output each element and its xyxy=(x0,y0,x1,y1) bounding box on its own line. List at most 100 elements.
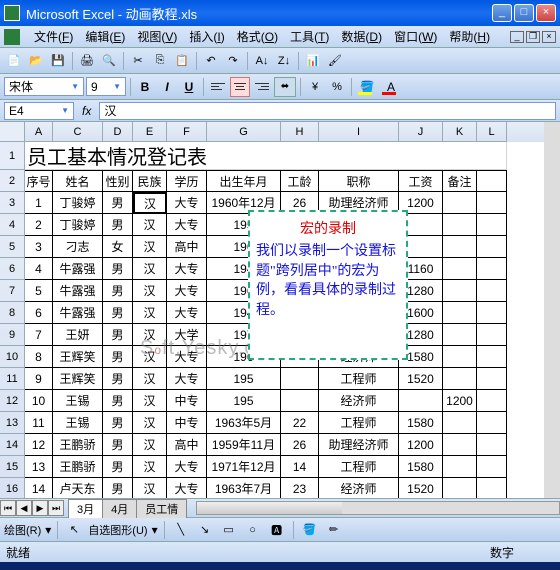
font-color-button[interactable]: A xyxy=(380,78,402,96)
menu-o[interactable]: 格式(O) xyxy=(231,28,284,46)
rectangle-button[interactable]: ▭ xyxy=(219,520,239,540)
cell[interactable]: 男 xyxy=(103,478,133,498)
row-header[interactable]: 13 xyxy=(0,412,24,434)
cell[interactable] xyxy=(281,390,319,412)
italic-button[interactable]: I xyxy=(157,77,177,97)
formula-input[interactable]: 汉 xyxy=(99,102,556,120)
menu-w[interactable]: 窗口(W) xyxy=(388,28,443,46)
cell[interactable]: 汉 xyxy=(133,478,167,498)
col-header[interactable]: A xyxy=(25,122,53,142)
menu-d[interactable]: 数据(D) xyxy=(335,28,388,46)
cell[interactable]: 23 xyxy=(281,478,319,498)
cell[interactable]: 22 xyxy=(281,412,319,434)
name-box[interactable]: E4▼ xyxy=(4,102,74,120)
cell[interactable]: 备注 xyxy=(443,170,477,192)
fill-color-button[interactable]: 🪣 xyxy=(356,78,378,96)
cell[interactable]: 工资 xyxy=(399,170,443,192)
cell[interactable]: 中专 xyxy=(167,412,207,434)
cell[interactable]: 1963年5月 xyxy=(207,412,281,434)
pointer-button[interactable]: ↖ xyxy=(64,520,84,540)
row-header[interactable]: 1 xyxy=(0,142,24,170)
cell[interactable]: 王锡 xyxy=(53,390,103,412)
draw-menu[interactable]: 绘图(R) xyxy=(4,522,41,538)
cell[interactable] xyxy=(477,236,507,258)
cell[interactable] xyxy=(443,236,477,258)
tab-nav-button[interactable]: ▶ xyxy=(32,500,48,516)
cell[interactable]: 9 xyxy=(25,368,53,390)
cell[interactable]: 6 xyxy=(25,302,53,324)
redo-button[interactable]: ↷ xyxy=(223,51,243,71)
cell[interactable]: 汉 xyxy=(133,434,167,456)
cell[interactable]: 195 xyxy=(207,390,281,412)
cell[interactable]: 男 xyxy=(103,456,133,478)
cell[interactable] xyxy=(477,390,507,412)
cell[interactable]: 刁志 xyxy=(53,236,103,258)
cell[interactable]: 男 xyxy=(103,214,133,236)
cell[interactable]: 经济师 xyxy=(319,390,399,412)
cell[interactable]: 1520 xyxy=(399,368,443,390)
cell[interactable] xyxy=(477,192,507,214)
cell[interactable]: 汉 xyxy=(133,214,167,236)
cell[interactable]: 汉 xyxy=(133,324,167,346)
cell[interactable]: 3 xyxy=(25,236,53,258)
cell[interactable] xyxy=(477,302,507,324)
vertical-scrollbar[interactable] xyxy=(544,122,560,498)
cell[interactable]: 汉 xyxy=(133,258,167,280)
cell[interactable]: 工程师 xyxy=(319,456,399,478)
menu-v[interactable]: 视图(V) xyxy=(131,28,183,46)
cell[interactable]: 195 xyxy=(207,368,281,390)
row-header[interactable]: 4 xyxy=(0,214,24,236)
cell[interactable]: 高中 xyxy=(167,236,207,258)
undo-button[interactable]: ↶ xyxy=(201,51,221,71)
cell[interactable]: 13 xyxy=(25,456,53,478)
row-header[interactable]: 12 xyxy=(0,390,24,412)
cell[interactable]: 丁骏婷 xyxy=(53,214,103,236)
cell[interactable] xyxy=(477,280,507,302)
cell[interactable]: 1 xyxy=(25,192,53,214)
col-header[interactable]: K xyxy=(443,122,477,142)
cell[interactable]: 大专 xyxy=(167,192,207,214)
cell[interactable] xyxy=(477,434,507,456)
menu-e[interactable]: 编辑(E) xyxy=(79,28,131,46)
cell[interactable]: 汉 xyxy=(133,456,167,478)
cell[interactable]: 汉 xyxy=(133,346,167,368)
row-header[interactable]: 7 xyxy=(0,280,24,302)
tab-nav-button[interactable]: ⏮ xyxy=(0,500,16,516)
cell[interactable] xyxy=(443,434,477,456)
row-header[interactable]: 2 xyxy=(0,170,24,192)
cell[interactable]: 12 xyxy=(25,434,53,456)
cell[interactable]: 大专 xyxy=(167,214,207,236)
merge-center-button[interactable]: ⬌ xyxy=(274,77,296,97)
arrow-button[interactable]: ↘ xyxy=(195,520,215,540)
cell[interactable]: 民族 xyxy=(133,170,167,192)
cell[interactable]: 汉 xyxy=(133,280,167,302)
cell[interactable] xyxy=(443,478,477,498)
line-color-button[interactable]: ✏ xyxy=(324,520,344,540)
cell[interactable]: 中专 xyxy=(167,390,207,412)
cell[interactable]: 1200 xyxy=(443,390,477,412)
cell[interactable]: 出生年月 xyxy=(207,170,281,192)
cell[interactable]: 汉 xyxy=(133,236,167,258)
cell[interactable]: 26 xyxy=(281,434,319,456)
cell[interactable]: 1520 xyxy=(399,478,443,498)
cut-button[interactable]: ✂ xyxy=(128,51,148,71)
align-center-button[interactable] xyxy=(230,77,250,97)
cell[interactable]: 王锡 xyxy=(53,412,103,434)
percent-button[interactable]: % xyxy=(327,77,347,97)
underline-button[interactable]: U xyxy=(179,77,199,97)
currency-button[interactable]: ¥ xyxy=(305,77,325,97)
mdi-restore[interactable]: ❐ xyxy=(526,31,540,43)
minimize-button[interactable]: _ xyxy=(492,4,512,22)
col-header[interactable]: C xyxy=(53,122,103,142)
cell[interactable]: 序号 xyxy=(25,170,53,192)
row-header[interactable]: 10 xyxy=(0,346,24,368)
cell[interactable]: 王辉笑 xyxy=(53,368,103,390)
cell[interactable]: 大专 xyxy=(167,280,207,302)
cell[interactable]: 学历 xyxy=(167,170,207,192)
cell[interactable]: 10 xyxy=(25,390,53,412)
textbox-button[interactable]: 🅰 xyxy=(267,520,287,540)
cell[interactable]: 男 xyxy=(103,302,133,324)
cell[interactable]: 性别 xyxy=(103,170,133,192)
cell[interactable]: 男 xyxy=(103,412,133,434)
cell[interactable] xyxy=(399,390,443,412)
